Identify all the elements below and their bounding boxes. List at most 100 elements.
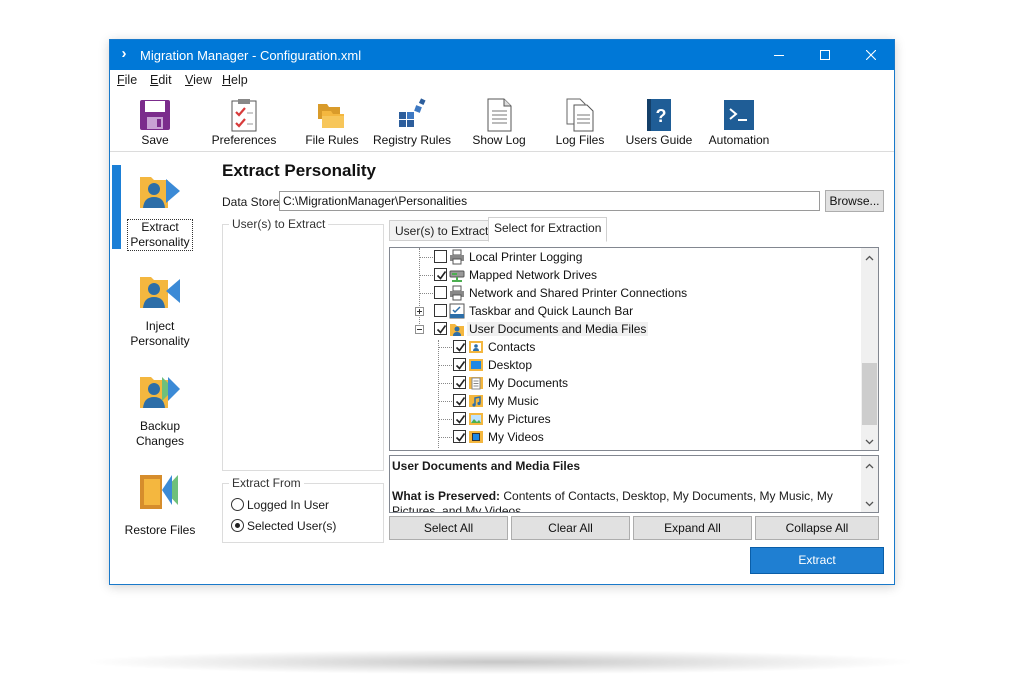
scroll-up-icon[interactable] (865, 254, 874, 263)
title-bar[interactable]: › Migration Manager - Configuration.xml (110, 40, 894, 70)
inject-label-line2: Personality (130, 334, 190, 348)
browse-button[interactable]: Browse... (825, 190, 884, 212)
pictures-icon (469, 413, 483, 425)
checkbox[interactable] (434, 286, 447, 299)
users-guide-button[interactable]: ? Users Guide (614, 94, 704, 150)
preferences-button[interactable]: Preferences (199, 94, 289, 150)
checkbox[interactable] (453, 394, 466, 407)
user-folder-icon (450, 324, 464, 336)
check-icon (436, 325, 447, 334)
description-scrollbar[interactable] (861, 456, 878, 512)
maximize-icon (820, 50, 830, 60)
tree-item[interactable]: My Videos (390, 428, 860, 446)
backup-label-line2: Changes (135, 434, 185, 448)
log-files-button[interactable]: Log Files (535, 94, 625, 150)
extraction-tree[interactable]: Local Printer Logging Mapped Network Dri… (389, 247, 879, 451)
sidebar: Extract Personality Inject Personality Bac… (110, 153, 210, 585)
radio-selected-label: Selected User(s) (247, 519, 337, 533)
scroll-up-icon[interactable] (865, 462, 874, 471)
tree-item[interactable]: Network and Shared Printer Connections (390, 284, 860, 302)
file-rules-button[interactable]: File Rules (287, 94, 377, 150)
description-title: User Documents and Media Files (392, 459, 581, 473)
checkbox[interactable] (453, 376, 466, 389)
menu-bar: File Edit View Help (110, 70, 894, 90)
checkbox[interactable] (434, 304, 447, 317)
radio-logged-in-circle[interactable] (231, 498, 244, 511)
checkbox[interactable] (453, 412, 466, 425)
tree-item[interactable]: My Pictures (390, 410, 860, 428)
check-icon (455, 379, 466, 388)
tree-item[interactable]: Taskbar and Quick Launch Bar (390, 302, 860, 320)
tree-item-label: Contacts (488, 340, 536, 354)
registry-rules-label: Registry Rules (372, 133, 452, 147)
save-button[interactable]: Save (110, 94, 200, 150)
select-all-button[interactable]: Select All (389, 516, 508, 540)
show-log-button[interactable]: Show Log (454, 94, 544, 150)
automation-label: Automation (708, 133, 770, 147)
minimize-icon (774, 55, 784, 56)
checkbox[interactable] (453, 430, 466, 443)
tree-item[interactable]: My Documents (390, 374, 860, 392)
clear-all-button[interactable]: Clear All (511, 516, 630, 540)
tree-item[interactable]: User Documents and Media Files (390, 320, 860, 338)
tab-users-to-extract[interactable]: User(s) to Extract (389, 220, 495, 241)
toolbar: Save Preferences File Rules Registry Rul… (110, 90, 894, 152)
backup-changes-icon (140, 377, 180, 408)
expand-all-button[interactable]: Expand All (633, 516, 752, 540)
registry-rules-button[interactable]: Registry Rules (367, 94, 457, 150)
extract-from-title: Extract From (229, 476, 304, 490)
tree-item[interactable]: Local Printer Logging (390, 248, 860, 266)
checkbox[interactable] (434, 268, 447, 281)
menu-help[interactable]: Help (222, 73, 248, 87)
printer-icon (450, 285, 464, 301)
tree-item-label: My Videos (488, 430, 544, 444)
checklist-icon (231, 99, 257, 132)
extract-personality-label: Extract Personality (127, 219, 193, 251)
document-icon (469, 377, 483, 390)
restore-files-icon (140, 475, 178, 509)
checkbox[interactable] (453, 358, 466, 371)
checkbox[interactable] (453, 340, 466, 353)
scroll-down-icon[interactable] (865, 437, 874, 446)
collapse-all-button[interactable]: Collapse All (755, 516, 879, 540)
scroll-down-icon[interactable] (865, 499, 874, 508)
scroll-thumb[interactable] (862, 363, 877, 425)
taskbar-icon (449, 303, 465, 319)
sidebar-item-inject-personality[interactable]: Inject Personality (110, 265, 210, 361)
tree-item[interactable]: Contacts (390, 338, 860, 356)
menu-edit[interactable]: Edit (150, 73, 172, 87)
minimize-button[interactable] (756, 40, 802, 70)
sidebar-item-backup-changes[interactable]: Backup Changes (110, 365, 210, 461)
radio-selected-circle[interactable] (231, 519, 244, 532)
check-icon (455, 415, 466, 424)
extract-personality-icon (140, 177, 180, 208)
folders-icon (318, 104, 344, 128)
automation-button[interactable]: Automation (694, 94, 784, 150)
checkbox[interactable] (434, 250, 447, 263)
tree-item-label: My Documents (488, 376, 569, 390)
log-icon (487, 98, 512, 132)
maximize-button[interactable] (802, 40, 848, 70)
tree-item[interactable]: Desktop (390, 356, 860, 374)
help-book-icon: ? (647, 99, 671, 131)
tree-item[interactable]: Mapped Network Drives (390, 266, 860, 284)
sidebar-item-restore-files[interactable]: Restore Files (110, 465, 210, 561)
data-store-input[interactable] (279, 191, 820, 211)
tree-scrollbar[interactable] (861, 248, 878, 450)
expand-toggle[interactable] (415, 307, 424, 316)
extract-button[interactable]: Extract (750, 547, 884, 574)
check-icon (455, 397, 466, 406)
tree-item[interactable]: My Music (390, 392, 860, 410)
menu-view[interactable]: View (185, 73, 212, 87)
page-title: Extract Personality (222, 161, 377, 180)
collapse-toggle[interactable] (415, 325, 424, 334)
menu-file[interactable]: File (117, 73, 137, 87)
window-title: Migration Manager - Configuration.xml (140, 48, 362, 63)
log-files-icon (566, 98, 594, 132)
sidebar-item-extract-personality[interactable]: Extract Personality (110, 165, 210, 261)
checkbox[interactable] (434, 322, 447, 335)
extract-label-line2: Personality (130, 235, 190, 249)
desktop-icon (469, 359, 483, 371)
tab-select-for-extraction[interactable]: Select for Extraction (488, 217, 608, 242)
close-button[interactable] (848, 40, 894, 70)
